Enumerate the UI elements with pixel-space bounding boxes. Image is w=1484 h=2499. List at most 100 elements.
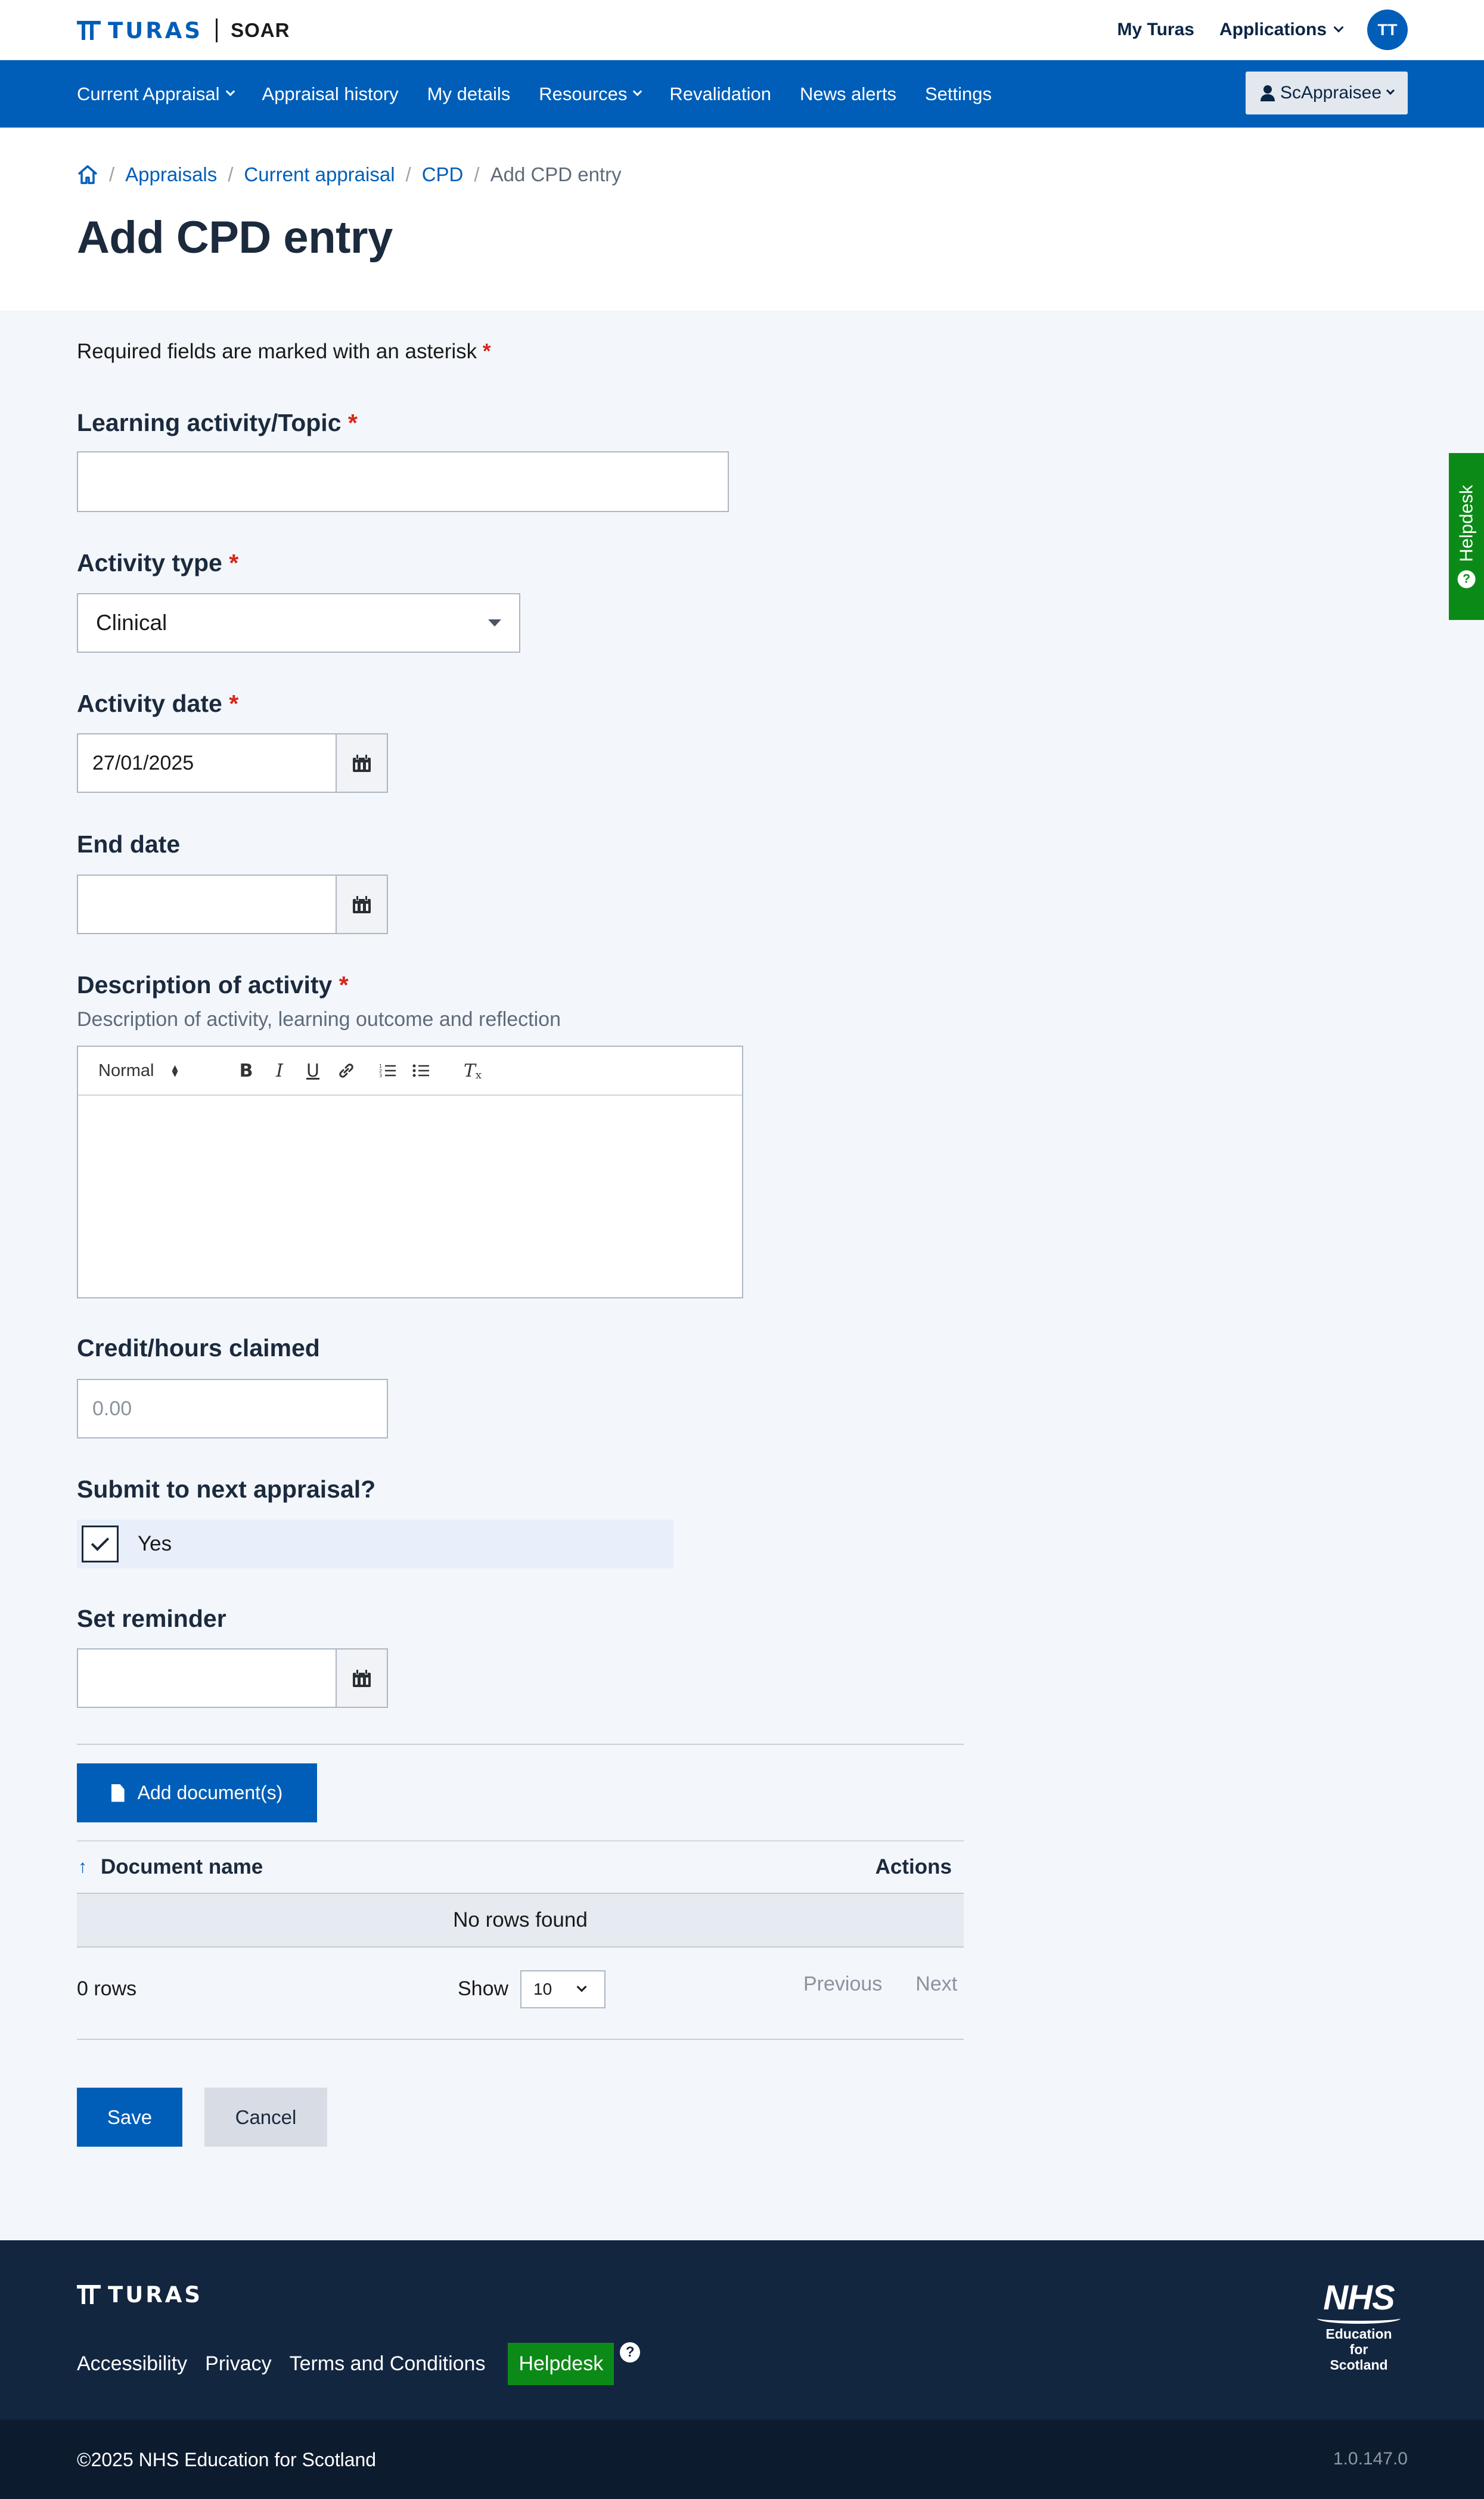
cancel-button[interactable]: Cancel [204, 2088, 327, 2147]
app-name: SOAR [231, 19, 290, 41]
breadcrumb-separator: / [405, 163, 411, 185]
documents-table: ↑ Document name Actions No rows found [77, 1840, 964, 1948]
reminder-date-picker [77, 1648, 388, 1708]
nav-settings[interactable]: Settings [925, 83, 992, 105]
breadcrumb-current-appraisal[interactable]: Current appraisal [244, 163, 395, 186]
breadcrumb-separator: / [474, 163, 480, 185]
footer-privacy-link[interactable]: Privacy [205, 2352, 271, 2376]
save-button[interactable]: Save [77, 2088, 182, 2147]
activity-date-label-text: Activity date [77, 690, 222, 717]
user-icon [1260, 85, 1275, 101]
end-date-picker [77, 875, 388, 934]
submit-checkbox[interactable] [82, 1526, 119, 1562]
nhs-logo-line: Scotland [1330, 2357, 1388, 2373]
calendar-icon [353, 895, 371, 913]
footer-accessibility-link[interactable]: Accessibility [77, 2352, 187, 2376]
description-label-text: Description of activity [77, 971, 333, 999]
nav-label: Resources [539, 83, 628, 104]
nav-revalidation[interactable]: Revalidation [669, 83, 771, 105]
credit-label: Credit/hours claimed [77, 1334, 320, 1362]
applications-label: Applications [1219, 20, 1327, 39]
footer-turas-logo[interactable]: TURAS [77, 2281, 203, 2308]
nhs-education-scotland-logo: NHS Education for Scotland [1311, 2281, 1407, 2373]
breadcrumb-cpd[interactable]: CPD [422, 163, 464, 186]
next-button[interactable]: Next [915, 1973, 957, 1996]
nav-my-details[interactable]: My details [427, 83, 511, 105]
nav-news-alerts[interactable]: News alerts [800, 83, 896, 105]
nav-appraisal-history[interactable]: Appraisal history [262, 83, 399, 105]
helpdesk-side-tab[interactable]: ? Helpdesk [1449, 453, 1484, 620]
clear-format-icon[interactable]: Tx [456, 1056, 489, 1086]
activity-type-value: Clinical [96, 610, 167, 635]
nav-current-appraisal[interactable]: Current Appraisal [77, 83, 235, 105]
required-note: Required fields are marked with an aster… [77, 340, 491, 364]
calendar-icon [353, 754, 371, 772]
calendar-icon [353, 1669, 371, 1687]
submit-option-label: Yes [138, 1532, 172, 1555]
activity-date-input[interactable]: 27/01/2025 [77, 733, 337, 793]
submit-checkbox-row[interactable]: Yes [77, 1520, 673, 1568]
breadcrumb-appraisals[interactable]: Appraisals [125, 163, 217, 186]
caret-down-icon [488, 619, 501, 627]
topic-input[interactable] [77, 451, 729, 512]
add-documents-button[interactable]: Add document(s) [77, 1763, 317, 1822]
show-label: Show [458, 1977, 509, 2000]
actions-header: Actions [875, 1855, 952, 1878]
chevron-down-icon [1386, 86, 1395, 95]
format-value: Normal [98, 1061, 154, 1080]
applications-menu[interactable]: Applications [1219, 20, 1344, 40]
end-date-calendar-button[interactable] [337, 875, 388, 934]
reminder-date-input[interactable] [77, 1648, 337, 1708]
bullet-list-icon[interactable] [405, 1056, 438, 1086]
my-turas-link[interactable]: My Turas [1117, 20, 1194, 40]
nhs-logo-mark: NHS [1323, 2278, 1395, 2317]
footer-logo-text: TURAS [108, 2281, 203, 2308]
chevron-down-icon [1333, 22, 1344, 33]
ordered-list-icon[interactable]: 123 [371, 1056, 405, 1086]
required-note-text: Required fields are marked with an aster… [77, 340, 477, 363]
breadcrumb-current: Add CPD entry [490, 163, 622, 185]
no-rows-message: No rows found [77, 1894, 964, 1948]
activity-date-calendar-button[interactable] [337, 733, 388, 793]
underline-icon[interactable]: U [296, 1056, 330, 1086]
link-icon[interactable] [330, 1056, 363, 1086]
format-select[interactable]: Normal ▴ ▾ [98, 1061, 229, 1081]
description-label: Description of activity * [77, 971, 349, 999]
footer [0, 2240, 1484, 2420]
check-icon [91, 1532, 110, 1551]
nhs-logo-line: for [1349, 2342, 1368, 2357]
logo-divider [216, 18, 218, 42]
user-menu-button[interactable]: ScAppraisee [1246, 72, 1408, 114]
user-name: ScAppraisee [1280, 83, 1382, 103]
activity-date-label: Activity date * [77, 690, 238, 718]
svg-text:3: 3 [379, 1073, 382, 1078]
document-name-column[interactable]: ↑ Document name [77, 1855, 263, 1879]
editor-toolbar: Normal ▴ ▾ B I U 123 Tx [78, 1047, 742, 1096]
italic-icon[interactable]: I [263, 1056, 296, 1086]
footer-terms-link[interactable]: Terms and Conditions [290, 2352, 486, 2376]
home-icon[interactable] [77, 165, 98, 185]
helpdesk-tab-label: Helpdesk [1455, 485, 1477, 562]
question-icon[interactable]: ? [620, 2342, 641, 2362]
activity-type-label: Activity type * [77, 549, 238, 577]
topic-label: Learning activity/Topic * [77, 409, 358, 437]
credit-input[interactable]: 0.00 [77, 1379, 388, 1438]
chevron-down-icon [225, 86, 235, 97]
bold-icon[interactable]: B [229, 1056, 263, 1086]
question-icon: ? [1457, 570, 1476, 588]
activity-type-label-text: Activity type [77, 549, 222, 576]
activity-type-select[interactable]: Clinical [77, 593, 520, 653]
turas-logo[interactable]: TURAS SOAR [77, 17, 290, 44]
copyright: ©2025 NHS Education for Scotland [77, 2449, 377, 2470]
footer-helpdesk-button[interactable]: Helpdesk [508, 2343, 614, 2385]
end-date-input[interactable] [77, 875, 337, 934]
reminder-calendar-button[interactable] [337, 1648, 388, 1708]
required-asterisk: * [347, 409, 358, 436]
previous-button[interactable]: Previous [803, 1973, 882, 1996]
avatar[interactable]: TT [1367, 10, 1408, 50]
page-size-select[interactable]: 10 [520, 1970, 606, 2008]
nav-resources[interactable]: Resources [539, 83, 642, 105]
top-links: My Turas Applications TT [1092, 10, 1408, 50]
required-asterisk: * [339, 971, 349, 999]
helpdesk-tab-content: ? Helpdesk [1456, 485, 1477, 588]
